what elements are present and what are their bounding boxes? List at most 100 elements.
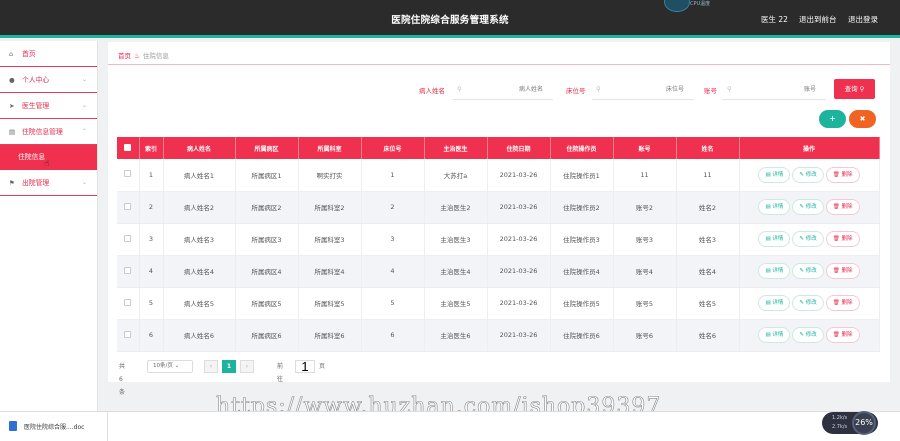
table-cell: 病人姓名1 xyxy=(163,159,236,192)
table-cell: 姓名2 xyxy=(676,191,740,224)
trash-icon: 🗑 xyxy=(832,204,842,210)
row-checkbox[interactable] xyxy=(124,234,132,242)
sidebar-item-inpatient-mgmt[interactable]: ▤ 住院信息管理 ⌃ xyxy=(0,119,97,145)
sidebar-item-home[interactable]: ⌂ 首页 xyxy=(0,41,97,67)
sidebar-item-label: 住院信息管理 xyxy=(22,128,63,136)
table-row: 4 病人姓名4 所属病区4 所属科室4 4 主治医生4 2021-03-26 住院操作员4 账号… xyxy=(117,255,880,288)
page-number-button[interactable]: 1 xyxy=(222,360,236,373)
usage-percent: 26% xyxy=(852,411,876,435)
delete-label: 删除 xyxy=(841,236,853,242)
page-size-value: 10条/页 xyxy=(153,363,173,369)
logout-link[interactable]: 退出登录 xyxy=(848,14,878,25)
plus-icon: + xyxy=(829,114,836,123)
query-button[interactable]: 查询 ⚲ xyxy=(834,79,875,99)
goto-page-input[interactable] xyxy=(295,360,315,373)
table-cell: 所属科室4 xyxy=(298,255,362,288)
breadcrumb-home[interactable]: 首页 xyxy=(118,52,131,60)
sidebar-item-discharge[interactable]: ⚑ 出院管理 ⌄ xyxy=(0,170,97,196)
delete-label: 删除 xyxy=(841,204,853,210)
edit-button[interactable]: ✎ 修改 xyxy=(792,263,824,279)
table-cell: 1 xyxy=(139,159,164,192)
query-button-label: 查询 xyxy=(844,85,858,93)
chevron-down-icon: ⌄ xyxy=(81,102,87,109)
next-page-button[interactable]: › xyxy=(240,360,254,373)
delete-label: 删除 xyxy=(841,300,853,306)
detail-label: 详情 xyxy=(772,332,784,338)
add-button[interactable]: + xyxy=(819,110,846,128)
table-cell: 大苏打a xyxy=(424,159,488,192)
download-item[interactable]: 医院住院综合服....doc xyxy=(0,412,108,441)
detail-label: 详情 xyxy=(772,171,784,178)
trash-icon: 🗑 xyxy=(832,332,842,338)
bed-number-input[interactable] xyxy=(592,80,694,100)
delete-button[interactable]: 🗑 删除 xyxy=(825,166,860,183)
back-to-frontend-link[interactable]: 退出到前台 xyxy=(799,14,837,25)
edit-button[interactable]: ✎ 修改 xyxy=(792,166,824,183)
row-checkbox[interactable] xyxy=(124,330,132,338)
edit-button[interactable]: ✎ 修改 xyxy=(792,295,824,311)
trash-icon: 🗑 xyxy=(832,268,842,274)
table-cell: 住院操作员3 xyxy=(550,223,614,256)
row-checkbox-cell[interactable] xyxy=(117,223,140,256)
row-checkbox[interactable] xyxy=(124,266,132,274)
sidebar-item-inpatient-info[interactable]: 住院信息 ☝ xyxy=(0,145,97,170)
list-icon: ▤ xyxy=(9,128,16,136)
breadcrumb: 首页 ♨ 住院信息 xyxy=(118,50,169,60)
download-bar: 医院住院综合服....doc xyxy=(0,411,900,441)
row-checkbox-cell[interactable] xyxy=(117,255,140,288)
table-cell: 账号5 xyxy=(613,287,677,320)
table-cell: 4 xyxy=(361,255,425,288)
table-cell: 所属病区6 xyxy=(235,319,299,352)
row-checkbox[interactable] xyxy=(124,298,132,306)
row-checkbox[interactable] xyxy=(124,202,132,210)
table-cell: 2021-03-26 xyxy=(487,191,551,224)
patient-name-label: 病人姓名 xyxy=(419,87,445,95)
table-cell: 2021-03-26 xyxy=(487,223,551,256)
detail-button[interactable]: ▤ 详情 xyxy=(758,166,791,183)
sidebar-item-doctors[interactable]: ➤ 医生管理 ⌄ xyxy=(0,93,97,119)
detail-button[interactable]: ▤ 详情 xyxy=(758,263,791,279)
prev-page-button[interactable]: ‹ xyxy=(204,360,218,373)
row-checkbox-cell[interactable] xyxy=(117,319,140,352)
total-count: 共 6 条 xyxy=(119,363,126,396)
detail-label: 详情 xyxy=(772,236,784,242)
row-checkbox-cell[interactable] xyxy=(117,191,140,224)
column-header: 所属科室 xyxy=(298,137,362,159)
edit-button[interactable]: ✎ 修改 xyxy=(792,199,824,215)
edit-button[interactable]: ✎ 修改 xyxy=(792,327,824,343)
account-input[interactable] xyxy=(722,80,826,100)
chevron-down-icon: ⌄ xyxy=(81,76,87,83)
table-cell: 姓名6 xyxy=(676,319,740,352)
batch-delete-button[interactable]: ✖ xyxy=(849,110,876,128)
select-all-checkbox[interactable] xyxy=(124,143,132,151)
column-header: 账号 xyxy=(613,137,677,159)
edit-button[interactable]: ✎ 修改 xyxy=(792,231,824,247)
delete-button[interactable]: 🗑 删除 xyxy=(825,263,860,279)
detail-button[interactable]: ▤ 详情 xyxy=(758,295,791,311)
detail-button[interactable]: ▤ 详情 xyxy=(758,327,791,343)
goto-label: 前往 xyxy=(277,363,284,383)
delete-button[interactable]: 🗑 删除 xyxy=(825,295,860,311)
row-actions: ▤ 详情 ✎ 修改 🗑 删除 xyxy=(739,287,880,320)
current-user: 医生 22 xyxy=(761,15,788,24)
page-size-select[interactable]: 10条/页 ⌄ xyxy=(147,360,193,373)
table-cell: 住院操作员6 xyxy=(550,319,614,352)
delete-button[interactable]: 🗑 删除 xyxy=(825,231,860,247)
sidebar-item-profile[interactable]: ● 个人中心 ⌄ xyxy=(0,67,97,93)
row-checkbox-cell[interactable] xyxy=(117,159,140,192)
delete-button[interactable]: 🗑 删除 xyxy=(825,327,860,343)
detail-button[interactable]: ▤ 详情 xyxy=(758,199,791,215)
sidebar-item-label: 出院管理 xyxy=(22,179,50,187)
detail-button[interactable]: ▤ 详情 xyxy=(758,231,791,247)
table-cell: 住院操作员1 xyxy=(550,159,614,192)
row-checkbox[interactable] xyxy=(124,170,132,178)
patient-name-input[interactable] xyxy=(453,80,553,100)
table-cell: 姓名5 xyxy=(676,287,740,320)
delete-button[interactable]: 🗑 删除 xyxy=(825,199,860,215)
table-cell: 3 xyxy=(361,223,425,256)
account-label: 账号 xyxy=(704,87,717,95)
select-all-checkbox-cell[interactable] xyxy=(117,137,140,159)
row-checkbox-cell[interactable] xyxy=(117,287,140,320)
trash-icon: 🗑 xyxy=(832,236,842,242)
table-cell: 2021-03-26 xyxy=(487,319,551,352)
